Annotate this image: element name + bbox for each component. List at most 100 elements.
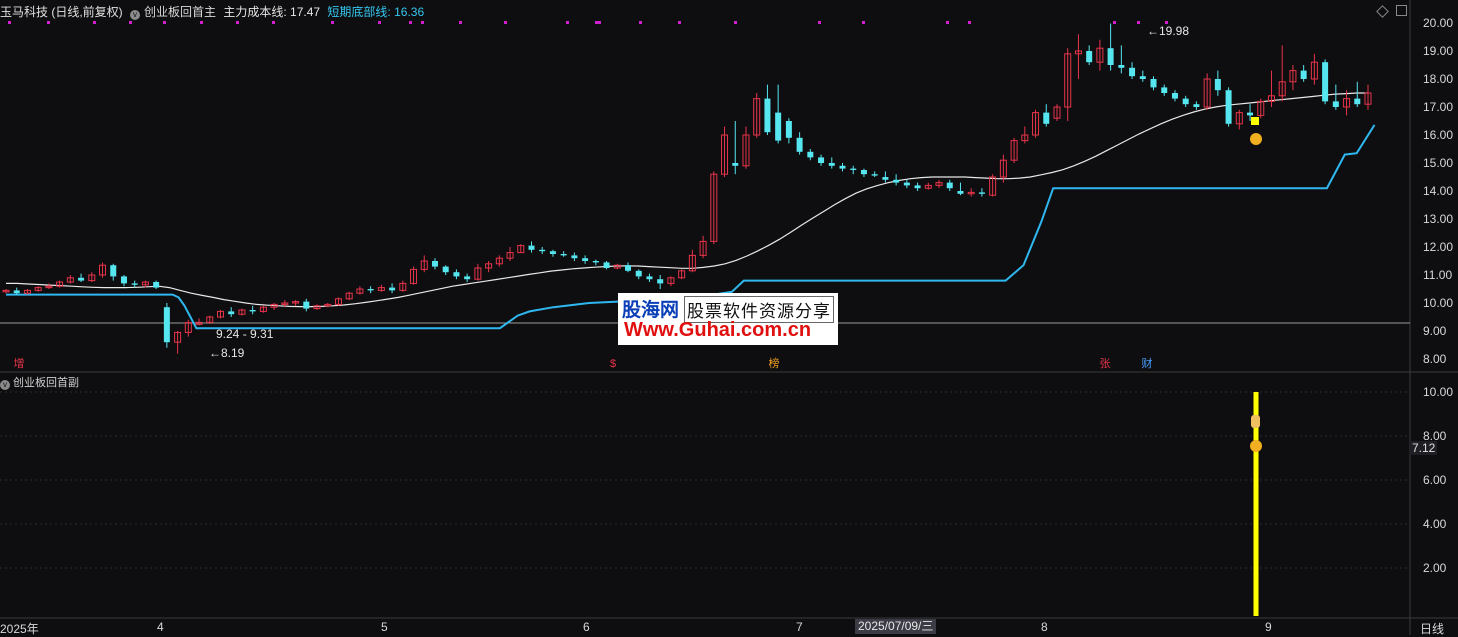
- candle-body: [110, 265, 117, 277]
- candle-body: [592, 261, 599, 263]
- price-tick: 20.00: [1423, 16, 1454, 30]
- candle-body: [13, 290, 20, 294]
- indicator-toggle-icon[interactable]: v: [130, 10, 141, 20]
- candle-body: [1332, 101, 1339, 107]
- candle-body: [571, 255, 578, 259]
- candle-body: [775, 112, 782, 141]
- candle-body: [453, 272, 460, 277]
- candle-body: [860, 170, 867, 175]
- candle-body: [914, 185, 921, 189]
- candle-body: [228, 311, 235, 315]
- sub-tick: 2.00: [1423, 561, 1447, 575]
- range-annotation: 9.24 - 9.31: [216, 327, 274, 341]
- candle-body: [389, 287, 396, 291]
- candle-body: [249, 310, 256, 312]
- window-toggle-icon[interactable]: [1396, 5, 1407, 16]
- candle-body: [1171, 93, 1178, 99]
- time-label: 6: [583, 620, 590, 634]
- top-signal-dot: [595, 21, 598, 24]
- top-signal-dot: [459, 21, 462, 24]
- candle-body: [957, 191, 964, 194]
- candle-body: [1150, 79, 1157, 88]
- candle-body: [882, 177, 889, 180]
- top-signal-dot: [421, 21, 424, 24]
- event-marker[interactable]: 张: [1099, 358, 1111, 371]
- top-signal-dot: [566, 21, 569, 24]
- top-signal-dot: [378, 21, 381, 24]
- candle-body: [1214, 79, 1221, 91]
- time-label: 2025年: [0, 622, 39, 636]
- sub-indicator-toggle-icon[interactable]: v: [0, 380, 10, 390]
- buy-signal-square: [1251, 117, 1259, 125]
- top-signal-dot: [163, 21, 166, 24]
- candle-body: [796, 137, 803, 152]
- candle-body: [657, 279, 664, 284]
- event-marker[interactable]: $: [607, 358, 619, 371]
- cost-line-value: 主力成本线: 17.47: [223, 5, 321, 19]
- top-signal-dot: [862, 21, 865, 24]
- candle-body: [303, 301, 310, 309]
- event-marker[interactable]: 财: [1141, 358, 1153, 371]
- candle-body: [528, 245, 535, 250]
- candle-body: [893, 179, 900, 183]
- event-marker[interactable]: 榜: [768, 358, 780, 371]
- candle-body: [839, 165, 846, 169]
- candle-body: [1300, 70, 1307, 79]
- price-tick: 10.00: [1423, 296, 1454, 310]
- short-floor-value: 短期底部线: 16.36: [327, 5, 425, 19]
- top-signal-dot: [1137, 21, 1140, 24]
- price-tick: 9.00: [1423, 324, 1447, 338]
- top-signal-dot: [678, 21, 681, 24]
- candle-body: [646, 276, 653, 280]
- price-tick: 12.00: [1423, 240, 1454, 254]
- time-label: 9: [1265, 620, 1272, 634]
- candle-body: [163, 307, 170, 343]
- price-tick: 11.00: [1423, 268, 1453, 282]
- main-indicator-name[interactable]: 创业板回首主: [144, 5, 216, 19]
- candle-body: [549, 251, 556, 254]
- event-marker[interactable]: 增: [13, 358, 25, 371]
- candle-body: [1086, 51, 1093, 63]
- candle-body: [78, 277, 85, 281]
- stock-title[interactable]: 玉马科技 (日线,前复权): [0, 5, 123, 19]
- money-bag-icon: [1250, 440, 1262, 452]
- price-tick: 19.00: [1423, 44, 1454, 58]
- top-signal-dot: [47, 21, 50, 24]
- candle-body: [850, 168, 857, 170]
- sub-current-value: 7.12: [1410, 441, 1438, 455]
- sub-tick: 6.00: [1423, 473, 1447, 487]
- candle-body: [732, 163, 739, 166]
- top-signal-dot: [129, 21, 132, 24]
- low-annotation: ←8.19: [209, 346, 245, 360]
- candle-body: [1193, 104, 1200, 107]
- candle-body: [1247, 112, 1254, 116]
- watermark-url: Www.Guhai.com.cn: [624, 319, 812, 341]
- candle-body: [1182, 98, 1189, 105]
- candle-body: [785, 121, 792, 138]
- top-signal-dot: [272, 21, 275, 24]
- watermark: 股海网 股票软件资源分享 Www.Guhai.com.cn: [618, 293, 838, 345]
- candle-body: [828, 163, 835, 166]
- price-tick: 13.00: [1423, 212, 1454, 226]
- candle-body: [560, 254, 567, 256]
- time-label: 5: [381, 620, 388, 634]
- period-selector[interactable]: 日线: [1420, 620, 1444, 637]
- price-tick: 18.00: [1423, 72, 1454, 86]
- sub-indicator-header: v 创业板回首副: [0, 374, 79, 390]
- sub-indicator-name[interactable]: 创业板回首副: [13, 377, 79, 389]
- top-signal-dot: [734, 21, 737, 24]
- time-label: 7: [796, 620, 803, 634]
- top-signal-dot: [639, 21, 642, 24]
- candle-body: [1139, 76, 1146, 79]
- top-signal-dot: [236, 21, 239, 24]
- price-tick: 8.00: [1423, 352, 1447, 366]
- cursor-date: 2025/07/09/三: [855, 619, 937, 634]
- price-tick: 17.00: [1423, 100, 1454, 114]
- candle-body: [1118, 65, 1125, 68]
- candle-body: [764, 98, 771, 133]
- candle-body: [131, 283, 138, 285]
- money-bag-icon: [1250, 133, 1262, 145]
- candle-body: [946, 182, 953, 189]
- candle-body: [1043, 112, 1050, 124]
- chart-header: 玉马科技 (日线,前复权) v 创业板回首主 主力成本线: 17.47 短期底部线…: [0, 3, 428, 20]
